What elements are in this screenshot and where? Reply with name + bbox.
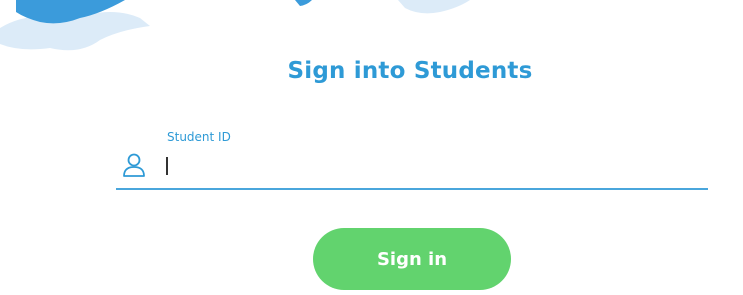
sign-in-button[interactable]: Sign in bbox=[313, 228, 511, 290]
text-caret bbox=[166, 157, 168, 175]
user-icon bbox=[123, 153, 145, 177]
field-underline bbox=[116, 188, 708, 190]
page-title: Sign into Students bbox=[287, 58, 533, 84]
cloud-banner bbox=[0, 0, 470, 51]
student-id-label: Student ID bbox=[167, 130, 231, 144]
cloud-shape-center bbox=[398, 0, 470, 14]
student-id-input[interactable] bbox=[162, 154, 710, 178]
student-id-field[interactable]: Student ID bbox=[116, 122, 710, 190]
cloud-shape-small bbox=[295, 0, 312, 6]
